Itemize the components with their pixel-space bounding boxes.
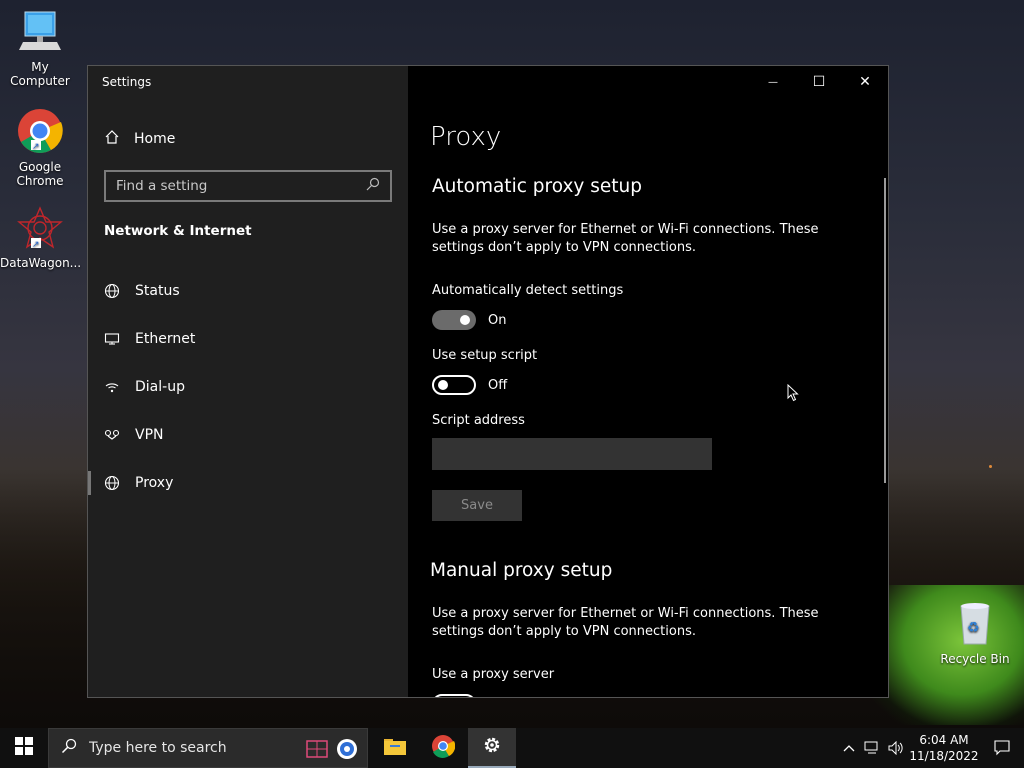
sidebar-item-label: Status bbox=[135, 283, 180, 299]
network-icon[interactable] bbox=[860, 741, 884, 755]
notification-icon[interactable] bbox=[980, 740, 1024, 756]
manual-proxy-description: Use a proxy server for Ethernet or Wi-Fi… bbox=[432, 606, 819, 639]
auto-detect-state: On bbox=[488, 312, 507, 328]
chrome-icon: ↗ bbox=[0, 108, 80, 157]
taskbar-chrome[interactable] bbox=[419, 728, 467, 768]
mouse-cursor-icon bbox=[787, 383, 799, 406]
nav-home-label: Home bbox=[134, 131, 176, 147]
taskbar-file-explorer[interactable] bbox=[371, 728, 419, 768]
automatic-proxy-heading: Automatic proxy setup bbox=[432, 176, 642, 197]
maximize-button[interactable]: ☐ bbox=[796, 66, 842, 98]
volume-icon[interactable] bbox=[884, 741, 908, 755]
datawagon-icon: ↗ bbox=[0, 206, 80, 253]
chevron-up-icon[interactable] bbox=[838, 744, 860, 752]
taskbar-search[interactable] bbox=[48, 728, 368, 768]
toggle-knob bbox=[438, 380, 448, 390]
folder-icon bbox=[384, 737, 406, 759]
desktop-icon-label: Recycle Bin bbox=[940, 652, 1010, 666]
close-button[interactable]: ✕ bbox=[842, 66, 888, 98]
svg-text:♻: ♻ bbox=[967, 620, 980, 636]
sidebar-item-status[interactable]: Status bbox=[88, 274, 408, 308]
sidebar-item-label: Proxy bbox=[135, 475, 174, 491]
sidebar-item-vpn[interactable]: VPN bbox=[88, 418, 408, 452]
sidebar-item-label: Dial-up bbox=[135, 379, 185, 395]
setup-script-row: Off bbox=[432, 375, 507, 395]
sidebar-item-proxy[interactable]: Proxy bbox=[88, 466, 408, 500]
settings-sidebar: Settings Home Network & Internet Status bbox=[88, 66, 408, 697]
search-icon[interactable] bbox=[366, 177, 380, 195]
settings-window: Settings Home Network & Internet Status bbox=[87, 65, 889, 698]
search-icon bbox=[61, 738, 77, 758]
page-title: Proxy bbox=[430, 122, 502, 152]
gear-icon bbox=[482, 735, 502, 759]
save-button[interactable]: Save bbox=[432, 490, 522, 521]
sidebar-item-ethernet[interactable]: Ethernet bbox=[88, 322, 408, 356]
computer-icon bbox=[0, 10, 80, 57]
setup-script-toggle[interactable] bbox=[432, 375, 476, 395]
sidebar-item-label: VPN bbox=[135, 427, 164, 443]
start-button[interactable] bbox=[0, 728, 48, 768]
manual-proxy-heading: Manual proxy setup bbox=[430, 560, 613, 581]
minimize-button[interactable]: — bbox=[750, 66, 796, 98]
clock[interactable]: 6:04 AM 11/18/2022 bbox=[908, 732, 980, 764]
window-title: Settings bbox=[102, 75, 152, 89]
nav-home[interactable]: Home bbox=[104, 128, 175, 150]
toggle-knob bbox=[460, 315, 470, 325]
taskbar-search-input[interactable] bbox=[89, 740, 289, 756]
svg-text:↗: ↗ bbox=[32, 142, 40, 152]
taskbar-settings[interactable] bbox=[468, 728, 516, 768]
svg-text:↗: ↗ bbox=[32, 240, 40, 250]
ethernet-icon bbox=[104, 331, 120, 347]
globe-icon bbox=[104, 475, 120, 491]
clock-date: 11/18/2022 bbox=[909, 749, 979, 763]
chrome-icon bbox=[431, 734, 456, 762]
globe-status-icon bbox=[104, 283, 120, 299]
desktop-icon-google-chrome[interactable]: ↗ Google Chrome bbox=[0, 108, 80, 188]
vpn-icon bbox=[104, 427, 120, 443]
desktop-icon-label: Google Chrome bbox=[16, 160, 64, 188]
sidebar-item-dial-up[interactable]: Dial-up bbox=[88, 370, 408, 404]
setup-script-label: Use setup script bbox=[432, 348, 538, 363]
find-setting-input[interactable] bbox=[116, 178, 366, 194]
script-address-input[interactable] bbox=[432, 438, 712, 470]
recycle-bin-icon: ♻ bbox=[935, 602, 1015, 649]
auto-detect-row: On bbox=[432, 310, 506, 330]
maximize-icon: ☐ bbox=[812, 74, 826, 90]
setup-script-state: Off bbox=[488, 377, 508, 393]
proxy-settings-pane: — ☐ ✕ Proxy Automatic proxy setup Use a … bbox=[408, 66, 888, 697]
desktop-icon-label: My Computer bbox=[10, 60, 70, 88]
window-controls: — ☐ ✕ bbox=[750, 66, 888, 98]
script-address-label: Script address bbox=[432, 413, 525, 428]
windows-logo-icon bbox=[15, 737, 33, 759]
auto-detect-label: Automatically detect settings bbox=[432, 283, 624, 298]
desktop-icon-my-computer[interactable]: My Computer bbox=[0, 10, 80, 88]
desktop-icon-datawagon[interactable]: ↗ DataWagon... bbox=[0, 206, 82, 270]
close-icon: ✕ bbox=[859, 74, 871, 90]
section-title: Network & Internet bbox=[104, 223, 252, 239]
desktop-icon-recycle-bin[interactable]: ♻ Recycle Bin bbox=[935, 602, 1015, 666]
home-icon bbox=[104, 129, 120, 149]
wallpaper-light bbox=[989, 465, 992, 468]
use-proxy-toggle[interactable] bbox=[432, 694, 476, 697]
system-tray: 6:04 AM 11/18/2022 bbox=[838, 728, 1024, 768]
desktop-icon-label: DataWagon... bbox=[0, 256, 82, 270]
search-highlight-icon bbox=[305, 737, 361, 765]
clock-time: 6:04 AM bbox=[919, 733, 969, 747]
sidebar-item-label: Ethernet bbox=[135, 331, 196, 347]
taskbar: 6:04 AM 11/18/2022 bbox=[0, 728, 1024, 768]
automatic-proxy-description: Use a proxy server for Ethernet or Wi-Fi… bbox=[432, 222, 819, 255]
use-proxy-label: Use a proxy server bbox=[432, 667, 555, 682]
minimize-icon: — bbox=[768, 76, 778, 88]
content-scrollbar[interactable] bbox=[884, 178, 886, 483]
auto-detect-toggle[interactable] bbox=[432, 310, 476, 330]
dialup-icon bbox=[104, 379, 120, 395]
find-setting-search[interactable] bbox=[104, 170, 392, 202]
